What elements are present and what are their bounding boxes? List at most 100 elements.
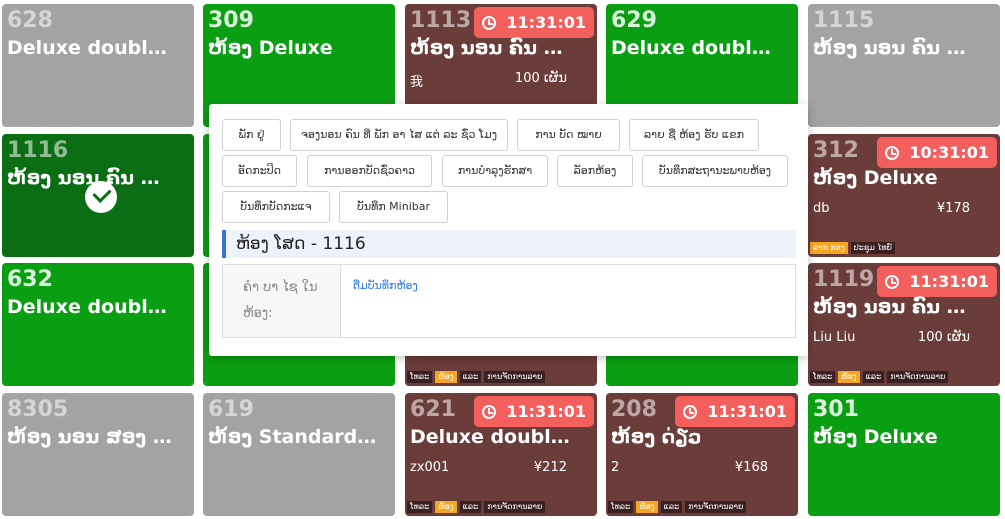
room-tile-1116[interactable]: 1116 ຫ້ອງ ນອນ ຄົນ … — [2, 134, 194, 257]
check-in-button[interactable]: ພັກ ຢູ່ — [222, 119, 281, 151]
room-number: 1113 — [410, 8, 472, 33]
room-tags: ໂທລະ ຫ້ອງ ແລະ ການຈັດການລາຍ — [407, 371, 546, 383]
room-tag: ລາກ ກອງ — [810, 242, 848, 254]
room-action-popup: ພັກ ຢູ່ ຈອງນອນ ຄົນ ທີ່ ພັກ ອາ ໄສ ແຕ່ ລະ … — [209, 104, 808, 356]
selected-check-icon — [85, 181, 117, 213]
room-type: ຫ້ອງ ດ່ຽວ — [611, 426, 702, 448]
room-tag: ແລະ — [459, 501, 482, 513]
room-number: 1115 — [813, 8, 875, 33]
minibar-log-button[interactable]: ບັນທຶກ Minibar — [339, 191, 448, 223]
alarm-clock-icon — [482, 405, 497, 419]
hourly-booking-button[interactable]: ຈອງນອນ ຄົນ ທີ່ ພັກ ອາ ໄສ ແຕ່ ລະ ຊົ່ວ ໂມງ — [290, 119, 508, 151]
add-room-note-link[interactable]: ຕື່ມບັນທຶກຫ້ອງ — [353, 279, 418, 292]
alarm-clock-icon — [885, 275, 900, 289]
room-tag: ຫ້ອງ — [435, 501, 457, 513]
checkout-timer: 11:31:01 — [474, 396, 594, 427]
room-tag: ໂທລະ — [407, 371, 433, 383]
timer-text: 11:31:01 — [707, 402, 787, 421]
room-tag: ປະຊຸມ ໄທຍ໌ — [850, 242, 896, 254]
room-type: ຫ້ອງ ນອນ ຄົນ … — [7, 167, 160, 189]
room-type: ຫ້ອງ Deluxe — [813, 167, 938, 189]
room-tile-628[interactable]: 628 Deluxe doubl… — [2, 4, 194, 127]
room-number: 208 — [611, 397, 657, 422]
room-tag: ຫ້ອງ — [838, 371, 860, 383]
room-type: ຫ້ອງ ນອນ ຄົນ … — [410, 37, 563, 59]
popup-title: ຫ້ອງ ໂສດ - 1116 — [222, 230, 796, 258]
room-type: ຫ້ອງ Deluxe — [208, 37, 333, 59]
checkout-timer: 11:31:01 — [474, 7, 594, 38]
timer-text: 11:31:01 — [909, 272, 989, 291]
room-number: 1116 — [7, 138, 69, 163]
room-tag: ຫ້ອງ — [636, 501, 658, 513]
room-price: ¥212 — [533, 460, 567, 475]
room-grid: 628 Deluxe doubl… 309 ຫ້ອງ Deluxe 1113 1… — [0, 0, 1005, 519]
room-tile-621[interactable]: 621 11:31:01 Deluxe doubl… zx001 ¥212 ໂທ… — [405, 393, 597, 516]
maintenance-button[interactable]: ການບໍາລຸງຮັກສາ — [442, 155, 548, 187]
guest-name: Liu Liu — [813, 330, 856, 345]
room-tags: ໂທລະ ຫ້ອງ ແລະ ການຈັດການລາຍ — [810, 371, 949, 383]
room-tag: ໂທລະ — [407, 501, 433, 513]
room-tile-301[interactable]: 301 ຫ້ອງ Deluxe — [808, 393, 1000, 516]
room-tile-312[interactable]: 312 10:31:01 ຫ້ອງ Deluxe db ¥178 ລາກ ກອງ… — [808, 134, 1000, 257]
room-number: 632 — [7, 267, 53, 292]
room-number: 309 — [208, 8, 254, 33]
room-price: ¥168 — [734, 460, 768, 475]
close-room-button[interactable]: ອັດກະປິດ — [222, 155, 297, 187]
room-tags: ໂທລະ ຫ້ອງ ແລະ ການຈັດການລາຍ — [608, 501, 747, 513]
room-number: 1119 — [813, 267, 875, 292]
room-tile-1119[interactable]: 1119 11:31:01 ຫ້ອງ ນອນ ຄົນ … Liu Liu 100… — [808, 263, 1000, 386]
room-note-table: ຄໍາ ບາ ໄຊ ໃນ ຫ້ອງ: ຕື່ມບັນທຶກຫ້ອງ — [222, 264, 796, 338]
timer-text: 11:31:01 — [506, 402, 586, 421]
room-tile-1115[interactable]: 1115 ຫ້ອງ ນອນ ຄົນ … — [808, 4, 1000, 127]
room-tag: ໂທລະ — [810, 371, 836, 383]
room-number: 629 — [611, 8, 657, 33]
room-tag: ຫ້ອງ — [435, 371, 457, 383]
room-tag: ແລະ — [660, 501, 683, 513]
key-card-log-button[interactable]: ບັນທຶກບັດກະແຈ — [222, 191, 330, 223]
room-number: 301 — [813, 397, 859, 422]
room-tile-208[interactable]: 208 11:31:01 ຫ້ອງ ດ່ຽວ 2 ¥168 ໂທລະ ຫ້ອງ … — [606, 393, 798, 516]
room-price: 100 ເຜັນ — [514, 71, 567, 86]
room-tag: ການຈັດການລາຍ — [484, 501, 546, 513]
room-tile-8305[interactable]: 8305 ຫ້ອງ ນອນ ສອງ … — [2, 393, 194, 516]
alarm-clock-icon — [482, 16, 497, 30]
room-tag: ແລະ — [459, 371, 482, 383]
room-number: 621 — [410, 397, 456, 422]
alarm-clock-icon — [885, 146, 900, 160]
room-tags: ລາກ ກອງ ປະຊຸມ ໄທຍ໌ — [810, 242, 896, 254]
room-status-log-button[interactable]: ບັນທຶກສະຖານະພາບຫ້ອງ — [642, 155, 788, 187]
room-tile-619[interactable]: 619 ຫ້ອງ Standard… — [203, 393, 395, 516]
room-number: 619 — [208, 397, 254, 422]
guest-name: 我 — [410, 75, 424, 90]
room-tag: ການຈັດການລາຍ — [685, 501, 747, 513]
guest-room-list-button[interactable]: ລາຍ ຊື່ ຫ້ອງ ຮັບ ແຂກ — [629, 119, 759, 151]
room-note-label: ຄໍາ ບາ ໄຊ ໃນ ຫ້ອງ: — [223, 265, 341, 337]
timer-text: 10:31:01 — [909, 143, 989, 162]
room-number: 628 — [7, 8, 53, 33]
room-type: ຫ້ອງ ນອນ ສອງ … — [7, 426, 172, 448]
room-tags: ໂທລະ ຫ້ອງ ແລະ ການຈັດການລາຍ — [407, 501, 546, 513]
room-type: ຫ້ອງ ນອນ ຄົນ … — [813, 37, 966, 59]
room-type: Deluxe doubl… — [7, 37, 167, 59]
room-tag: ໂທລະ — [608, 501, 634, 513]
room-type: ຫ້ອງ ນອນ ຄົນ … — [813, 296, 966, 318]
checkout-timer: 10:31:01 — [877, 137, 997, 168]
room-tag: ການຈັດການລາຍ — [887, 371, 949, 383]
room-number: 312 — [813, 138, 859, 163]
checkout-timer: 11:31:01 — [675, 396, 795, 427]
room-tag: ການຈັດການລາຍ — [484, 371, 546, 383]
temporary-card-button[interactable]: ການອອກບັດຊົ່ວຄາວ — [307, 155, 432, 187]
guest-name: db — [813, 201, 830, 216]
guest-name: zx001 — [410, 460, 450, 475]
room-tile-632[interactable]: 632 Deluxe doubl… — [2, 263, 194, 386]
room-tag: ແລະ — [862, 371, 885, 383]
room-price: 100 ເຜັນ — [917, 330, 970, 345]
lock-room-button[interactable]: ລັອກຫ້ອງ — [557, 155, 633, 187]
room-type: Deluxe doubl… — [7, 296, 167, 318]
appointment-button[interactable]: ການ ບັດ ໝາຍ — [517, 119, 620, 151]
room-type: Deluxe doubl… — [410, 426, 570, 448]
room-type: Deluxe doubl… — [611, 37, 771, 59]
guest-name: 2 — [611, 460, 620, 475]
room-type: ຫ້ອງ Deluxe — [813, 426, 938, 448]
room-price: ¥178 — [936, 201, 970, 216]
